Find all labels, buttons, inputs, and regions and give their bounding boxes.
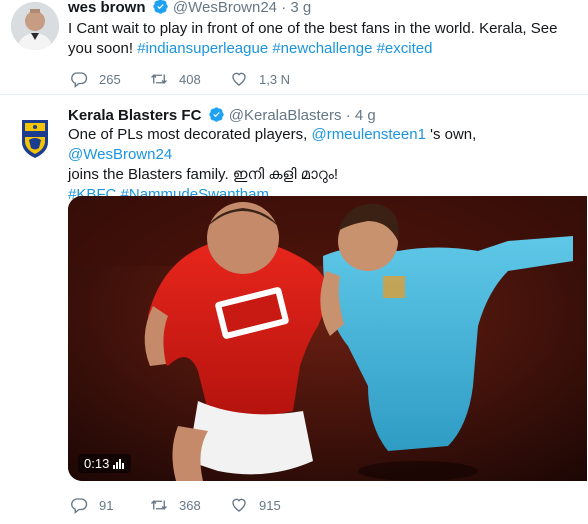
tweet-text: One of PLs most decorated players, @rmeu… <box>68 125 574 205</box>
kerala-blasters-crest-icon <box>11 114 59 162</box>
heart-icon <box>232 72 246 86</box>
display-name[interactable]: Kerala Blasters FC <box>68 107 201 124</box>
tweet[interactable]: Kerala Blasters FC @KeralaBlasters · 4 g… <box>0 96 588 524</box>
tweet-body: joins the Blasters family. ഇനി കളി മാറും… <box>68 166 339 183</box>
heart-icon <box>232 498 246 512</box>
handle[interactable]: @WesBrown24 <box>173 0 277 16</box>
verified-badge-icon <box>208 107 224 122</box>
like-button[interactable]: 915 <box>230 496 281 514</box>
avatar[interactable] <box>11 114 59 162</box>
handle[interactable]: @KeralaBlasters <box>229 107 342 124</box>
retweet-icon <box>151 500 167 510</box>
like-count: 1,3 N <box>259 71 291 87</box>
video-duration-badge: 0:13 <box>78 454 132 473</box>
reply-button[interactable]: 91 <box>70 496 150 514</box>
timestamp[interactable]: 3 g <box>290 0 311 16</box>
avatar-photo <box>11 2 59 50</box>
verified-badge-icon <box>153 0 168 14</box>
tweet-actions: 265 408 1,3 N <box>70 70 290 88</box>
tweet-text: I Cant wait to play in front of one of t… <box>68 19 574 59</box>
reply-count: 91 <box>99 497 114 513</box>
tweet-body: 's own, <box>425 126 477 143</box>
retweet-count: 408 <box>179 71 201 87</box>
video-duration: 0:13 <box>84 456 110 471</box>
retweet-button[interactable]: 368 <box>150 496 230 514</box>
tweet[interactable]: wes brown @WesBrown24 · 3 g I Cant wait … <box>0 0 588 95</box>
separator-dot: · <box>345 107 351 124</box>
mention-link[interactable]: @WesBrown24 <box>68 146 172 163</box>
tweet-body: One of PLs most decorated players, <box>68 126 312 143</box>
reply-icon <box>71 72 88 88</box>
reply-count: 265 <box>99 71 121 87</box>
volume-icon <box>113 458 125 469</box>
timestamp[interactable]: 4 g <box>355 107 376 124</box>
video-player[interactable]: 0:13 <box>68 196 587 481</box>
tweet-actions: 91 368 915 <box>70 496 281 514</box>
like-button[interactable]: 1,3 N <box>230 70 290 88</box>
tweet-header: wes brown @WesBrown24 · 3 g <box>68 0 311 17</box>
retweet-count: 368 <box>179 497 201 513</box>
hashtag-link[interactable]: #newchallenge <box>272 40 372 57</box>
tweet-header: Kerala Blasters FC @KeralaBlasters · 4 g <box>68 107 376 125</box>
retweet-icon <box>151 74 167 84</box>
mention-link[interactable]: @rmeulensteen1 <box>311 126 425 143</box>
display-name[interactable]: wes brown <box>68 0 146 16</box>
separator-dot: · <box>281 0 287 16</box>
hashtag-link[interactable]: #excited <box>377 40 433 57</box>
video-thumbnail <box>68 196 587 481</box>
hashtag-link[interactable]: #indiansuperleague <box>137 40 268 57</box>
retweet-button[interactable]: 408 <box>150 70 230 88</box>
reply-icon <box>71 498 88 514</box>
like-count: 915 <box>259 497 281 513</box>
reply-button[interactable]: 265 <box>70 70 150 88</box>
avatar[interactable] <box>11 2 59 50</box>
